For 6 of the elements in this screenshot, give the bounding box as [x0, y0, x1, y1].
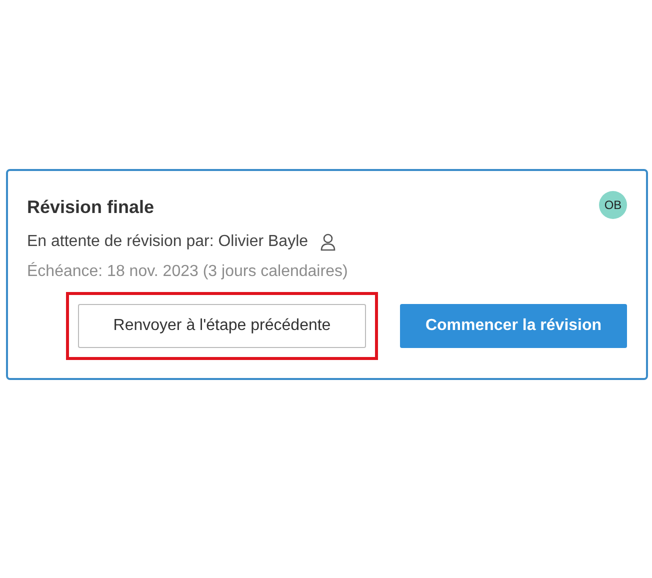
card-title: Révision finale [27, 196, 154, 218]
user-avatar: OB [599, 191, 627, 219]
send-back-button[interactable]: Renvoyer à l'étape précédente [78, 304, 366, 348]
due-date: Échéance: 18 nov. 2023 (3 jours calendaires) [27, 263, 349, 281]
person-icon [320, 233, 336, 251]
reviewer-text: En attente de révision par: Olivier Bayle [27, 233, 308, 251]
